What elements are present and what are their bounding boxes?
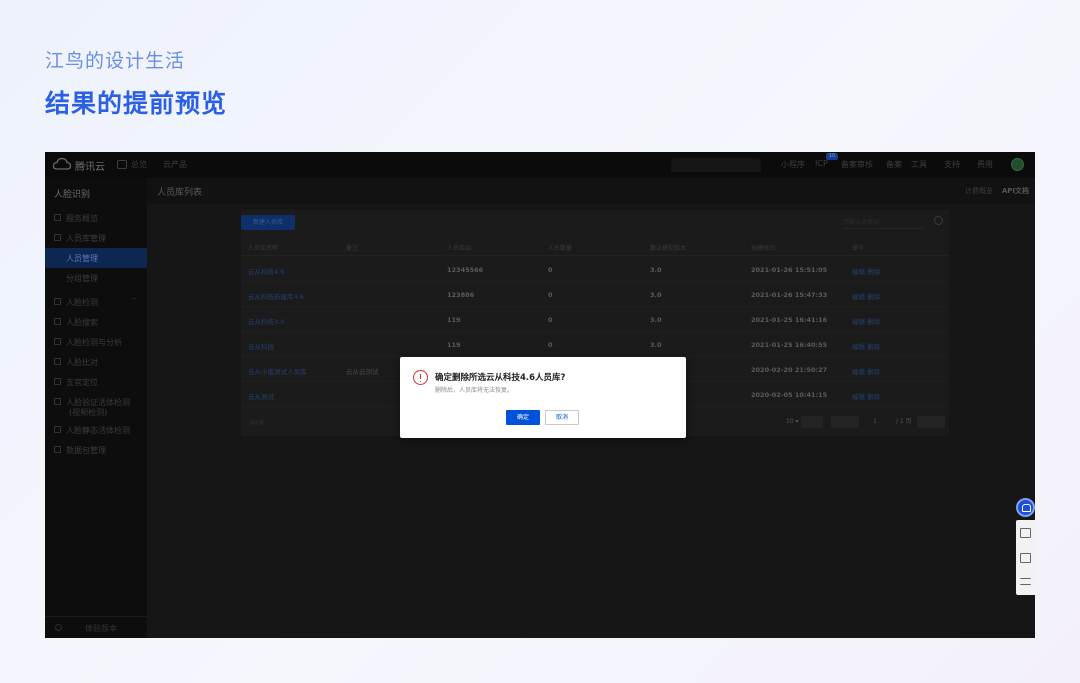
group-name-link[interactable]: 云从测试 <box>248 391 274 401</box>
avatar[interactable] <box>1011 158 1024 171</box>
nav-billing[interactable]: 费用 <box>977 159 993 170</box>
nav-icp[interactable]: ICP <box>815 159 828 168</box>
row-actions[interactable]: 编辑 删除 <box>852 391 880 401</box>
landmark-icon <box>54 378 61 385</box>
dialog-title: 确定删除所选云从科技4.6人员库? <box>435 373 566 383</box>
row-actions[interactable]: 编辑 删除 <box>852 366 880 376</box>
chevron-up-icon: ^ <box>131 297 137 305</box>
nav-filing-review[interactable]: 备案审核 <box>841 159 873 170</box>
brand-name[interactable]: 腾讯云 <box>75 158 105 173</box>
row-actions[interactable]: 编辑 删除 <box>852 341 880 351</box>
prev-page-button[interactable] <box>801 416 823 428</box>
sidebar-item-face-search[interactable]: 人脸搜索 <box>45 312 147 332</box>
package-icon <box>54 446 61 453</box>
compare-icon <box>54 358 61 365</box>
page-subtitle: 江鸟的设计生活 <box>45 50 186 72</box>
dialog-description: 删除后，人员库将无法恢复。 <box>435 387 514 394</box>
info-icon <box>55 624 62 631</box>
billing-overview-link[interactable]: 计费概览 <box>965 187 993 195</box>
search-icon[interactable] <box>934 216 943 225</box>
book-icon[interactable] <box>1020 553 1031 563</box>
nav-tools[interactable]: 工具 <box>911 159 927 170</box>
nav-products[interactable]: 云产品 <box>163 159 187 170</box>
search-input[interactable]: 请输入关键词 <box>843 216 923 229</box>
console-screenshot: 腾讯云 总览 云产品 小程序 ICP 10 备案审核 备案 工具 支持 费用 人… <box>45 152 1035 638</box>
top-nav: 腾讯云 总览 云产品 小程序 ICP 10 备案审核 备案 工具 支持 费用 <box>45 152 1035 178</box>
sidebar-item-data-package[interactable]: 数据包管理 <box>45 440 147 460</box>
overview-icon <box>54 214 61 221</box>
row-actions[interactable]: 编辑 删除 <box>852 316 880 326</box>
sidebar-item-landmarks[interactable]: 五官定位 <box>45 372 147 392</box>
next-page-button[interactable] <box>917 416 945 428</box>
table-row: 云从科技3.0 119 0 3.0 2021-01-25 16:41:16 编辑… <box>241 307 949 332</box>
group-name-link[interactable]: 云从科技 <box>248 341 274 351</box>
sidebar-item-overview[interactable]: 服务概览 <box>45 208 147 228</box>
sidebar-item-liveness-static[interactable]: 人脸静态活体检测 <box>45 420 147 440</box>
nav-support[interactable]: 支持 <box>944 159 960 170</box>
nav-mini-program[interactable]: 小程序 <box>781 159 805 170</box>
table-row: 云从科技新建库4.6 123886 0 3.0 2021-01-26 15:47… <box>241 282 949 307</box>
analysis-icon <box>54 338 61 345</box>
sidebar-footer[interactable]: 体验版本 <box>45 616 147 638</box>
col-name: 人员库名称 <box>248 245 279 252</box>
sidebar-item-group[interactable]: 分组管理 <box>45 268 147 288</box>
sidebar-item-liveness-video-note: (视频检测) <box>69 408 108 417</box>
shield-icon <box>54 426 61 433</box>
group-name-link[interactable]: 云从科技3.0 <box>248 316 284 326</box>
face-icon <box>54 298 61 305</box>
col-time: 创建时间 <box>751 245 776 252</box>
group-name-link[interactable]: 云从小蜜测试人员库 <box>248 366 307 376</box>
content-title: 人员库列表 <box>157 188 203 198</box>
page-title: 结果的提前预览 <box>45 89 228 118</box>
page-count-label: / 1 页 <box>896 418 912 425</box>
home-icon <box>117 160 127 169</box>
sidebar-item-face-analysis[interactable]: 人脸检测与分析 <box>45 332 147 352</box>
sidebar-item-face-compare[interactable]: 人脸比对 <box>45 352 147 372</box>
search-icon <box>54 318 61 325</box>
col-note: 备注 <box>346 245 359 252</box>
page-header: 人员库列表 计费概览 API文档 <box>147 178 1035 204</box>
col-ops: 操作 <box>852 245 865 252</box>
group-name-link[interactable]: 云从科技新建库4.6 <box>248 291 304 301</box>
col-id: 人员库ID <box>447 245 472 252</box>
sidebar-item-person-manage[interactable]: 人员管理 <box>45 248 147 268</box>
col-count[interactable]: 人员数量 <box>548 243 572 252</box>
sidebar-title: 人脸识别 <box>54 190 91 200</box>
group-name-link[interactable]: 云从科技4.6 <box>248 266 284 276</box>
warning-icon <box>413 370 428 385</box>
cloud-logo-icon <box>53 157 71 170</box>
page-number-input[interactable]: 1 <box>873 416 877 428</box>
nav-filing[interactable]: 备案 <box>886 159 902 170</box>
table-header: 人员库名称 备注 人员库ID 人员数量 算法模型版本 创建时间 操作 <box>241 237 949 256</box>
new-group-button[interactable]: 新建人员库 <box>241 215 295 230</box>
nav-badge: 10 <box>826 153 838 160</box>
database-icon <box>54 234 61 241</box>
row-actions[interactable]: 编辑 删除 <box>852 291 880 301</box>
cancel-button[interactable]: 取消 <box>545 410 579 425</box>
col-version: 算法模型版本 <box>650 245 687 252</box>
sidebar-item-group-manage[interactable]: 人员库管理 <box>45 228 147 248</box>
table-row: 云从科技4.6 12345566 0 3.0 2021-01-26 15:51:… <box>241 257 949 282</box>
floating-toolbar <box>1016 520 1035 595</box>
page-size-select[interactable]: 10 ▾ <box>786 416 799 428</box>
headset-support-button[interactable] <box>1016 498 1035 517</box>
list-icon[interactable] <box>1020 578 1031 585</box>
pagination-total: 共6项 <box>249 420 265 427</box>
header-links: 计费概览 API文档 <box>965 186 1029 196</box>
nav-home[interactable]: 总览 <box>131 159 147 170</box>
confirm-button[interactable]: 确定 <box>506 410 540 425</box>
sidebar: 人脸识别 服务概览 人员库管理 人员管理 分组管理 人脸检测 ^ 人脸搜索 人脸… <box>45 178 147 638</box>
sidebar-item-face-detect[interactable]: 人脸检测 ^ <box>45 292 147 312</box>
api-doc-link[interactable]: API文档 <box>1002 187 1029 195</box>
row-actions[interactable]: 编辑 删除 <box>852 266 880 276</box>
first-page-button[interactable] <box>831 416 859 428</box>
delete-confirm-dialog: 确定删除所选云从科技4.6人员库? 删除后，人员库将无法恢复。 确定 取消 <box>400 357 686 438</box>
nav-search-input[interactable] <box>671 158 761 172</box>
document-icon[interactable] <box>1020 528 1031 538</box>
table-row: 云从科技 119 0 3.0 2021-01-25 16:40:55 编辑 删除 <box>241 332 949 357</box>
